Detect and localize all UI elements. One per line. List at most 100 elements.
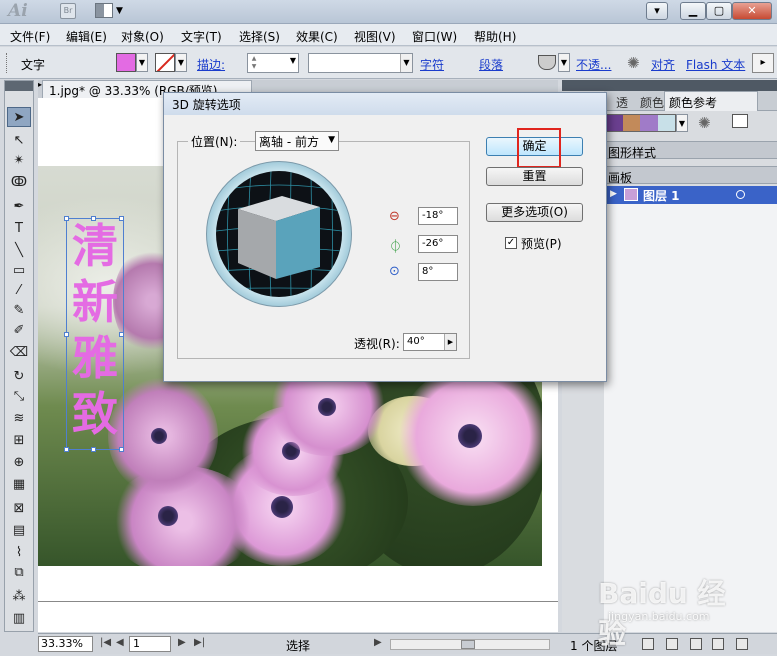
line-tool-icon[interactable]: ╲	[7, 241, 31, 261]
free-transform-tool-icon[interactable]: ⊞	[7, 431, 31, 451]
stroke-dropdown[interactable]: ▼	[175, 53, 187, 72]
align-link[interactable]: 对齐	[651, 56, 675, 73]
resize-handle[interactable]	[64, 332, 69, 337]
maximize-button[interactable]: ▢	[706, 2, 732, 20]
minimize-button[interactable]: ▁	[680, 2, 706, 20]
perspective-grid-tool-icon[interactable]: ▦	[7, 475, 31, 495]
expand-triangle-icon[interactable]: ▶	[610, 189, 617, 199]
fill-dropdown[interactable]: ▼	[136, 53, 148, 72]
opacity-link[interactable]: 不透...	[576, 56, 611, 73]
panel-dock-header[interactable]	[562, 80, 777, 91]
mesh-tool-icon[interactable]: ⊠	[7, 499, 31, 519]
preview-checkbox[interactable]: ✓	[505, 237, 517, 249]
paintbrush-tool-icon[interactable]: ⁄	[7, 281, 31, 301]
tools-panel-header[interactable]	[5, 81, 33, 91]
shape-builder-tool-icon[interactable]: ⊕	[7, 453, 31, 473]
status-mode[interactable]: 选择	[286, 637, 310, 654]
pencil-tool-icon[interactable]: ✎	[7, 301, 31, 321]
position-dropdown[interactable]: 离轴 - 前方 ▼	[255, 131, 339, 151]
menu-edit[interactable]: 编辑(E)	[66, 28, 107, 45]
page-field[interactable]: 1	[129, 636, 171, 652]
pen-tool-icon[interactable]: ✒	[7, 197, 31, 217]
eraser-tool-icon[interactable]: ⌫	[7, 343, 31, 363]
harmony-dropdown[interactable]: ▼	[676, 114, 688, 132]
harmony-swatch[interactable]	[657, 115, 675, 131]
opacity-dropdown[interactable]: ▼	[558, 53, 570, 72]
harmony-swatch[interactable]	[640, 115, 658, 131]
lasso-tool-icon[interactable]: ↂ	[7, 173, 31, 193]
magic-wand-tool-icon[interactable]: ✴	[7, 151, 31, 171]
selection-tool-icon[interactable]: ➤	[7, 107, 31, 127]
blob-brush-tool-icon[interactable]: ✐	[7, 321, 31, 341]
target-icon[interactable]	[736, 190, 745, 199]
resize-handle[interactable]	[64, 216, 69, 221]
column-graph-tool-icon[interactable]: ▥	[7, 609, 31, 629]
stroke-link[interactable]: 描边:	[197, 56, 225, 73]
chevron-right-icon[interactable]: ▶	[444, 334, 456, 350]
character-link[interactable]: 字符	[420, 56, 444, 73]
paragraph-link[interactable]: 段落	[479, 56, 503, 73]
menu-object[interactable]: 对象(O)	[121, 28, 164, 45]
text-bounding-box[interactable]	[64, 216, 124, 452]
more-options-button[interactable]: 更多选项(O)	[486, 203, 583, 222]
rotate-z-field[interactable]: 8°	[418, 263, 458, 281]
bridge-button[interactable]: Br	[60, 3, 76, 19]
reset-button[interactable]: 重置	[486, 167, 583, 186]
first-page-icon[interactable]: |◀	[100, 637, 111, 648]
flash-text-link[interactable]: Flash 文本	[686, 56, 745, 73]
artboards-panel-header[interactable]: 画板	[604, 166, 777, 185]
menu-help[interactable]: 帮助(H)	[474, 28, 516, 45]
rotate-y-field[interactable]: -26°	[418, 235, 458, 253]
rectangle-tool-icon[interactable]: ▭	[7, 261, 31, 281]
harmony-swatch[interactable]	[622, 115, 640, 131]
rotate-x-field[interactable]: -18°	[418, 207, 458, 225]
prev-page-icon[interactable]: ◀	[116, 637, 124, 648]
resize-handle[interactable]	[91, 216, 96, 221]
new-swatch-group-icon[interactable]	[732, 114, 748, 128]
harmony-colors[interactable]	[604, 114, 676, 132]
edit-colors-icon[interactable]: ✺	[698, 114, 711, 132]
panel-menu-button[interactable]: ▸	[752, 53, 774, 73]
opacity-mask-icon[interactable]	[538, 55, 556, 70]
layer-row[interactable]: ▶ 图层 1	[604, 186, 777, 204]
arrange-documents-button[interactable]: ▼	[95, 3, 125, 20]
scroll-thumb[interactable]	[461, 640, 475, 649]
resize-handle[interactable]	[119, 216, 124, 221]
stroke-swatch[interactable]	[155, 53, 175, 72]
next-page-icon[interactable]: ▶	[178, 637, 186, 648]
menu-window[interactable]: 窗口(W)	[412, 28, 457, 45]
menu-select[interactable]: 选择(S)	[239, 28, 280, 45]
tab-transparency[interactable]: 透	[616, 94, 628, 111]
menu-file[interactable]: 文件(F)	[10, 28, 50, 45]
direct-selection-tool-icon[interactable]: ↖	[7, 131, 31, 151]
rotate-tool-icon[interactable]: ↻	[7, 367, 31, 387]
perspective-field[interactable]: 40° ▶	[403, 333, 457, 351]
harmony-swatch[interactable]	[605, 115, 623, 131]
help-button[interactable]: ▾	[646, 2, 668, 20]
menu-type[interactable]: 文字(T)	[181, 28, 222, 45]
resize-handle[interactable]	[91, 447, 96, 452]
eyedropper-tool-icon[interactable]: ⌇	[7, 543, 31, 563]
gradient-tool-icon[interactable]: ▤	[7, 521, 31, 541]
symbol-sprayer-tool-icon[interactable]: ⁂	[7, 587, 31, 607]
resize-handle[interactable]	[119, 447, 124, 452]
tab-color-guide[interactable]: 颜色参考	[664, 91, 758, 111]
stroke-weight-field[interactable]: ▲ ▼ ▼	[247, 53, 299, 73]
zoom-field[interactable]: 33.33%	[38, 636, 93, 652]
last-page-icon[interactable]: ▶|	[194, 637, 205, 648]
resize-handle[interactable]	[64, 447, 69, 452]
tab-color[interactable]: 颜色	[640, 94, 664, 111]
warp-tool-icon[interactable]: ≋	[7, 409, 31, 429]
close-button[interactable]: ✕	[732, 2, 772, 20]
variable-width-dropdown[interactable]: ▼	[308, 53, 413, 73]
horizontal-scrollbar[interactable]	[390, 639, 550, 650]
menu-effect[interactable]: 效果(C)	[296, 28, 338, 45]
trackball-cube[interactable]	[216, 171, 342, 297]
graphic-styles-panel-header[interactable]: 图形样式	[604, 141, 777, 160]
resize-handle[interactable]	[119, 332, 124, 337]
grip-handle[interactable]	[6, 53, 9, 73]
status-menu-icon[interactable]: ▶	[374, 637, 382, 648]
blend-tool-icon[interactable]: ⧉	[7, 563, 31, 583]
scale-tool-icon[interactable]: ⤡	[7, 387, 31, 407]
fill-swatch[interactable]	[116, 53, 136, 72]
